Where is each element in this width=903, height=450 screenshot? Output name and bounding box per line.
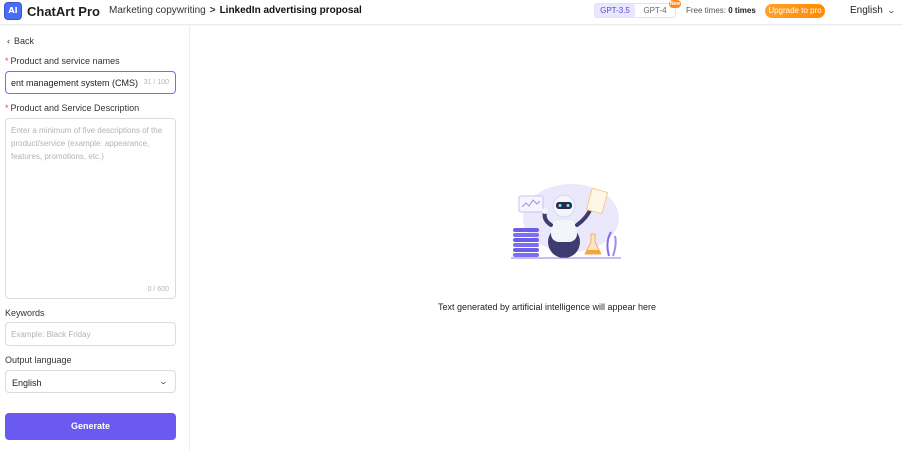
robot-illustration-icon <box>511 184 621 259</box>
keywords-input[interactable]: Example: Black Friday <box>5 322 176 346</box>
product-name-input[interactable]: ent management system (CMS) 31 / 100 <box>5 71 176 94</box>
back-link[interactable]: ‹ Back <box>7 36 34 46</box>
language-selector[interactable]: English ⌄ <box>850 5 896 16</box>
free-times-indicator: Free times: 0 times <box>686 6 756 15</box>
model-option-gpt35[interactable]: GPT-3.5 <box>595 4 635 17</box>
product-name-label: * Product and service names <box>5 56 120 66</box>
logo-icon-text: AI <box>8 6 18 15</box>
breadcrumb-current: LinkedIn advertising proposal <box>219 5 362 16</box>
back-label: Back <box>14 36 35 46</box>
upgrade-button[interactable]: Upgrade to pro <box>765 4 825 18</box>
chevron-down-icon: ⌄ <box>158 377 169 386</box>
chevron-left-icon: ‹ <box>7 36 10 46</box>
output-language-value: English <box>12 378 42 388</box>
breadcrumb-separator: > <box>209 5 216 16</box>
keywords-label: Keywords <box>5 308 45 318</box>
chevron-down-icon: ⌄ <box>886 6 896 15</box>
keywords-placeholder: Example: Black Friday <box>11 330 91 339</box>
form-sidebar: ‹ Back * Product and service names ent man… <box>0 26 190 450</box>
language-value: English <box>850 5 883 16</box>
free-times-label: Free times: <box>686 6 727 15</box>
model-switcher: GPT-3.5 GPT-4 <box>594 3 676 18</box>
chatart-logo-icon[interactable]: AI <box>4 2 22 20</box>
output-language-label: Output language <box>5 355 72 365</box>
product-description-textarea[interactable]: Enter a minimum of five descriptions of … <box>5 118 176 299</box>
output-language-select[interactable]: English ⌄ <box>5 370 176 393</box>
app-name[interactable]: ChatArt Pro <box>27 4 100 19</box>
product-description-char-count: 0 / 600 <box>147 286 169 293</box>
empty-state-message: Text generated by artificial intelligenc… <box>437 302 657 312</box>
product-name-char-count: 31 / 100 <box>143 79 169 86</box>
top-header: AI ChatArt Pro Marketing copywriting > Lin… <box>0 0 903 25</box>
result-area: Text generated by artificial intelligenc… <box>191 26 903 450</box>
required-marker: * <box>5 103 9 113</box>
breadcrumb-parent[interactable]: Marketing copywriting <box>109 5 206 16</box>
generate-button[interactable]: Generate <box>5 413 176 440</box>
new-badge: New <box>669 0 681 8</box>
required-marker: * <box>5 56 9 66</box>
breadcrumb: Marketing copywriting > LinkedIn advertisi… <box>109 5 362 16</box>
product-name-value: ent management system (CMS) <box>11 78 139 88</box>
free-times-value: 0 times <box>728 6 756 15</box>
product-description-label-text: Product and Service Description <box>10 103 140 113</box>
product-name-label-text: Product and service names <box>10 56 120 66</box>
product-description-label: * Product and Service Description <box>5 103 139 113</box>
product-description-placeholder: Enter a minimum of five descriptions of … <box>11 126 163 161</box>
